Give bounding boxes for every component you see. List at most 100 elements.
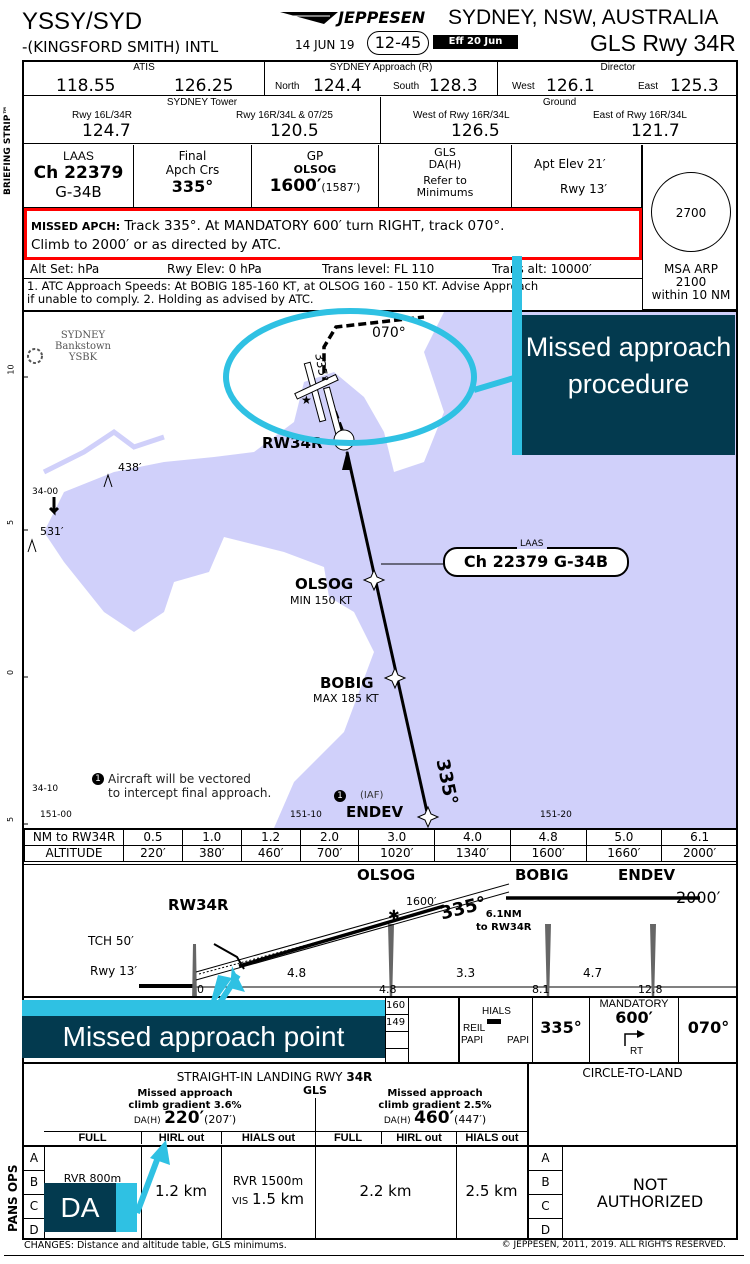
copyright: © JEPPESEN, 2011, 2019. ALL RIGHTS RESER… (501, 1240, 726, 1250)
note-2: if unable to comply. 2. Holding as advis… (27, 292, 314, 306)
papi-left: PAPI (461, 1035, 484, 1046)
director-east-freq: 125.3 (670, 76, 719, 96)
ground-cell: Ground West of Rwy 16R/34L 126.5 East of… (381, 97, 738, 144)
approach-south-label: South (393, 81, 420, 92)
profile-bobig: BOBIG (515, 866, 569, 884)
gp-fix: OLSOG (293, 163, 337, 176)
profile-distance-note: 6.1NM to RW34R (476, 909, 532, 933)
missed-approach-point-callout: Missed approach point (22, 1016, 385, 1058)
min-hirl-out: 1.2 km (155, 1182, 207, 1200)
trans-level: Trans level: FL 110 (322, 262, 435, 276)
col-hirl-out-2: HIRL out (381, 1132, 456, 1144)
map-iaf-label: (IAF) (360, 790, 384, 801)
tower-l1: Rwy 16L/34R (72, 110, 133, 121)
tower-label: SYDNEY Tower (166, 97, 238, 108)
director-east-label: East (638, 81, 659, 92)
col-hirl-out: HIRL out (141, 1132, 221, 1144)
mandatory-alt: 600′ (615, 1008, 653, 1027)
lon-151-20: 151-20 (540, 810, 572, 820)
seg-3: 4.7 (583, 966, 603, 980)
gp-label: GP (306, 149, 324, 163)
laas-label: LAAS (63, 149, 94, 163)
col-hials-out: HIALS out (221, 1132, 315, 1144)
lighting-cell: HIALS REIL PAPI PAPI (458, 998, 533, 1062)
seg-2: 3.3 (456, 966, 476, 980)
ground-freq-1: 126.5 (451, 121, 500, 141)
tower-freq-2: 120.5 (270, 121, 319, 141)
lon-151-00: 151-00 (40, 810, 72, 820)
profile-rwy-elev: Rwy 13′ (90, 964, 138, 978)
lat-34-00: 34-00 (32, 487, 59, 497)
scale-10: 10 (6, 364, 16, 375)
col-full-2: FULL (333, 1132, 363, 1144)
missed-approach-text: MISSED APCH: Track 335°. At MANDATORY 60… (24, 208, 642, 260)
msa-radius: within 10 NM (651, 288, 731, 302)
runway-elevation: Rwy 13′ (560, 182, 608, 196)
min-hirl-hials-2: 2.5 km (465, 1182, 518, 1200)
director-label: Director (600, 62, 636, 73)
nm-header: NM to RW34R (24, 828, 124, 846)
scale-0: 0 (6, 669, 16, 676)
airport-name: -(KINGSFORD SMITH) INTL (22, 38, 219, 56)
final-course: 335° (171, 177, 214, 196)
distance-altitude-table: NM to RW34R 0.5 1.0 1.2 2.0 3.0 4.0 4.8 5.0 6.1 A… (24, 828, 738, 862)
map-olsog-label: OLSOG (295, 575, 354, 593)
note-marker-endev: 1 (334, 790, 346, 802)
atis-cell: ATIS 118.55 126.25 (24, 62, 265, 96)
profile-tch: TCH 50′ (88, 934, 134, 948)
papi-right: PAPI (507, 1035, 530, 1046)
gls-l4: Minimums (416, 186, 474, 199)
missed-approach-callout: Missed approach procedure (522, 315, 735, 455)
col-hials-out-2: HIALS out (456, 1132, 527, 1144)
tower-freq-1: 124.7 (82, 121, 131, 141)
profile-endev: ENDEV (618, 866, 676, 884)
dist-3: 12.8 (638, 983, 663, 996)
laas-id: G-34B (55, 183, 102, 201)
profile-gp-alt: 1600′ (406, 895, 437, 908)
atis-freq-2: 126.25 (174, 76, 234, 96)
category-list: ABCD (24, 1147, 44, 1242)
gp-height: (1587′) (321, 181, 361, 194)
vector-note: Aircraft will be vectored to intercept fi… (108, 772, 272, 800)
map-runway-label: RW34R (262, 434, 323, 452)
note-marker: 1 (92, 773, 104, 785)
profile-olsog: OLSOG (357, 866, 416, 884)
atis-freq-1: 118.55 (56, 76, 116, 96)
scale-5: 5 (6, 519, 16, 526)
mandatory-cell: MANDATORY 600′ RT (589, 998, 679, 1062)
chart-number: 12-45 (367, 31, 429, 55)
map-bobig-label: BOBIG (320, 674, 374, 692)
approach-north-label: North (275, 81, 300, 92)
ctl-category-list: ABCD (529, 1147, 562, 1242)
scale-5b: 5 (6, 816, 16, 823)
approach-cell: SYDNEY Approach (R) North 124.4 South 12… (265, 62, 498, 96)
msa-circle: 2700 (651, 172, 731, 252)
obstacle-531: 531′ (40, 525, 64, 538)
approach-south-freq: 128.3 (429, 76, 478, 96)
speed-table-fragment: 160 149 (385, 998, 409, 1062)
reil-label: REIL (463, 1023, 486, 1034)
airport-ident: YSSY/SYD (22, 8, 143, 35)
ground-freq-2: 121.7 (631, 121, 680, 141)
ground-l1: West of Rwy 16R/34L (413, 110, 510, 121)
approach-north-freq: 124.4 (313, 76, 362, 96)
lat-34-10: 34-10 (32, 784, 59, 794)
director-cell: Director West 126.1 East 125.3 (498, 62, 738, 96)
laas-channel-box: Ch 22379 G-34B (443, 547, 629, 577)
crs-l1: Final (178, 149, 207, 163)
circle-to-land-status: NOT AUTHORIZED (596, 1175, 704, 1211)
gls-l2: DA(H) (428, 158, 462, 171)
dist-2: 8.1 (532, 983, 550, 996)
da-callout: DA (44, 1183, 116, 1232)
strip-course: 335° (540, 1018, 582, 1037)
circle-to-land-title: CIRCLE-TO-LAND (582, 1066, 683, 1080)
atis-label: ATIS (133, 62, 155, 73)
ground-l2: East of Rwy 16R/34L (593, 110, 687, 121)
seg-1: 4.8 (287, 966, 307, 980)
profile-altitude: 2000′ (676, 888, 721, 907)
laas-channel: Ch 22379 (33, 163, 124, 183)
map-endev-label: ENDEV (346, 803, 404, 821)
approach-label: SYDNEY Approach (R) (329, 62, 433, 73)
dist-1: 4.8 (379, 983, 397, 996)
laas-cell: LAAS Ch 22379 G-34B (24, 145, 134, 208)
